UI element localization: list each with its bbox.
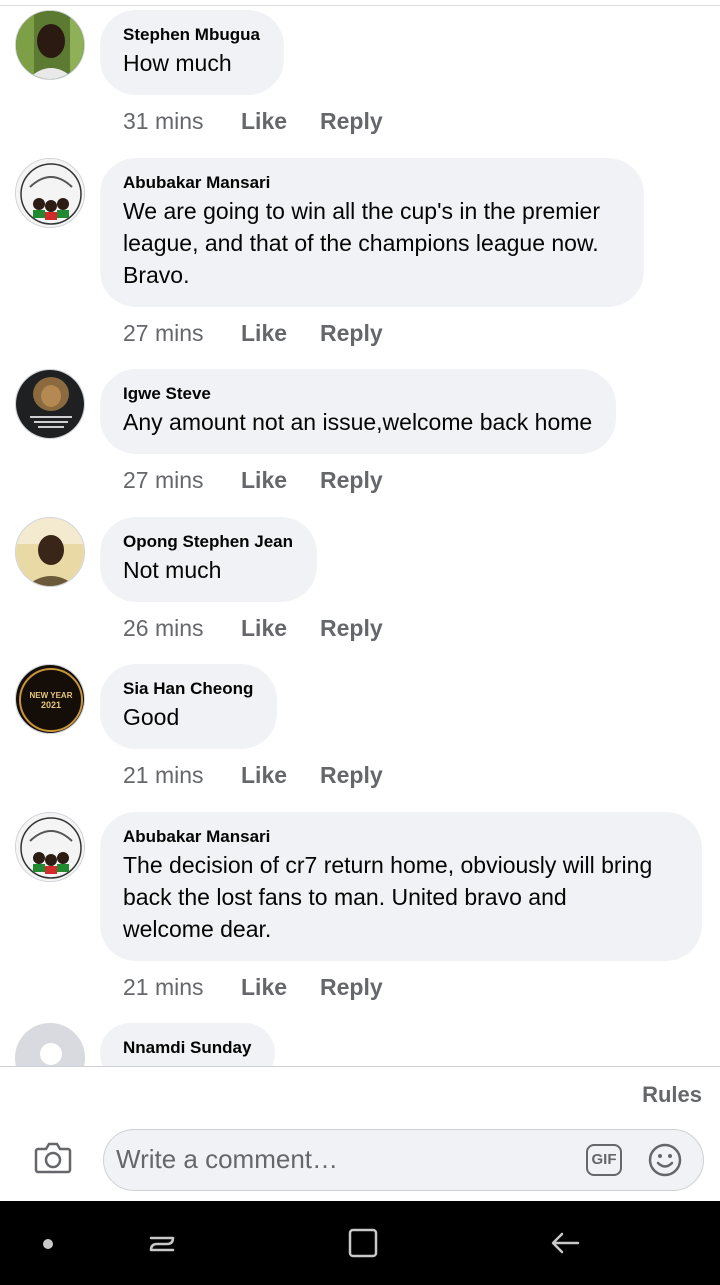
comment-text: We are going to win all the cup's in the… — [123, 198, 600, 224]
reply-button[interactable]: Reply — [320, 319, 383, 347]
comment-text: Not much — [123, 557, 222, 583]
comment-bubble[interactable]: Sia Han Cheong Good — [100, 664, 278, 749]
back-icon[interactable] — [548, 1226, 582, 1260]
comment-bubble[interactable]: Nnamdi Sunday — [100, 1023, 276, 1066]
comment-bubble[interactable]: Abubakar Mansari We are going to win all… — [100, 158, 644, 307]
comment-text: league, and that of the champions league… — [123, 230, 599, 256]
like-button[interactable]: Like — [241, 761, 320, 789]
like-button[interactable]: Like — [241, 614, 320, 642]
rules-link[interactable]: Rules — [642, 1082, 702, 1108]
comment-bubble[interactable]: Opong Stephen Jean Not much — [100, 517, 318, 602]
comment-time[interactable]: 21 mins — [123, 761, 241, 789]
reply-button[interactable]: Reply — [320, 761, 383, 789]
avatar[interactable] — [15, 369, 85, 439]
comment-text: Any amount not an issue,welcome back hom… — [123, 409, 593, 435]
comment-meta: 31 mins Like Reply — [123, 107, 383, 135]
comment-bubble[interactable]: Igwe Steve Any amount not an issue,welco… — [100, 369, 617, 454]
comment-bubble[interactable]: Stephen Mbugua How much — [100, 10, 284, 95]
comment-author[interactable]: Igwe Steve — [123, 384, 592, 404]
avatar-text: NEW YEAR — [30, 691, 73, 700]
comment-text: welcome dear. — [123, 916, 272, 942]
comment-author[interactable]: Stephen Mbugua — [123, 25, 260, 45]
comments-list[interactable]: Stephen Mbugua How much 31 mins Like Reply… — [0, 0, 720, 1066]
system-nav-bar — [0, 1201, 720, 1285]
comment-text: How much — [123, 50, 232, 76]
avatar-year: 2021 — [41, 700, 61, 710]
comment-text: The decision of cr7 return home, obvious… — [123, 852, 653, 878]
comment-time[interactable]: 21 mins — [123, 973, 241, 1001]
comment-input-placeholder[interactable]: Write a comment… — [116, 1144, 338, 1175]
avatar[interactable] — [15, 158, 85, 228]
avatar[interactable] — [15, 517, 85, 587]
comment-author[interactable]: Opong Stephen Jean — [123, 532, 293, 552]
comment-text: Bravo. — [123, 262, 190, 288]
composer-divider — [0, 1066, 720, 1067]
avatar[interactable]: NEW YEAR 2021 — [15, 664, 85, 734]
reply-button[interactable]: Reply — [320, 107, 383, 135]
comment-time[interactable]: 26 mins — [123, 614, 241, 642]
like-button[interactable]: Like — [241, 107, 320, 135]
comment-time[interactable]: 31 mins — [123, 107, 241, 135]
reply-button[interactable]: Reply — [320, 973, 383, 1001]
comment-meta: 27 mins Like Reply — [123, 466, 383, 494]
gif-icon[interactable]: GIF — [586, 1144, 622, 1176]
comment-time[interactable]: 27 mins — [123, 319, 241, 347]
comment-author[interactable]: Nnamdi Sunday — [123, 1038, 251, 1058]
like-button[interactable]: Like — [241, 319, 320, 347]
home-icon[interactable] — [346, 1226, 380, 1260]
camera-icon[interactable] — [34, 1140, 72, 1176]
recent-apps-icon[interactable] — [145, 1226, 179, 1260]
comment-meta: 27 mins Like Reply — [123, 319, 383, 347]
nav-dot-icon[interactable] — [43, 1239, 53, 1249]
comment-author[interactable]: Abubakar Mansari — [123, 827, 678, 847]
comment-meta: 21 mins Like Reply — [123, 973, 383, 1001]
avatar[interactable] — [15, 10, 85, 80]
comment-meta: 21 mins Like Reply — [123, 761, 383, 789]
like-button[interactable]: Like — [241, 973, 320, 1001]
reply-button[interactable]: Reply — [320, 466, 383, 494]
comment-input[interactable]: Write a comment… GIF — [103, 1129, 704, 1191]
avatar[interactable] — [15, 812, 85, 882]
emoji-icon[interactable] — [647, 1142, 683, 1178]
like-button[interactable]: Like — [241, 466, 320, 494]
comment-author[interactable]: Sia Han Cheong — [123, 679, 253, 699]
comment-bubble[interactable]: Abubakar Mansari The decision of cr7 ret… — [100, 812, 702, 961]
comment-author[interactable]: Abubakar Mansari — [123, 173, 620, 193]
reply-button[interactable]: Reply — [320, 614, 383, 642]
default-avatar-icon[interactable] — [15, 1023, 85, 1066]
comment-time[interactable]: 27 mins — [123, 466, 241, 494]
comment-text: back the lost fans to man. United bravo … — [123, 884, 567, 910]
comment-text: Good — [123, 704, 180, 730]
comment-meta: 26 mins Like Reply — [123, 614, 383, 642]
